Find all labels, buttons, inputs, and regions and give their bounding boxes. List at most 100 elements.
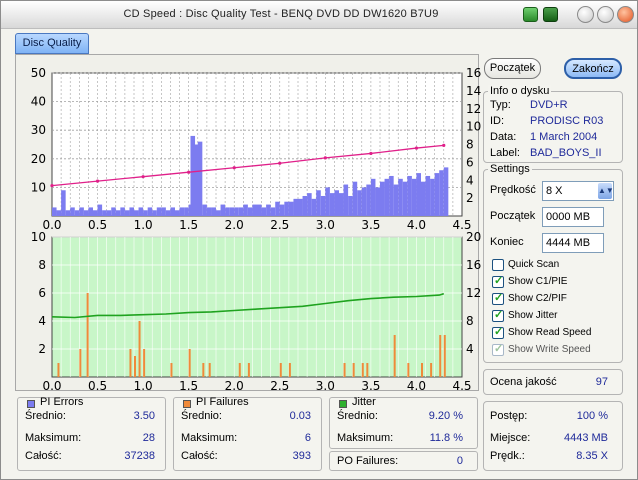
data-bar xyxy=(243,204,248,216)
pi-failures-title: PI Failures xyxy=(196,396,249,408)
checkbox-quick-scan[interactable] xyxy=(492,259,504,271)
data-bar xyxy=(366,363,369,377)
data-bar xyxy=(261,207,267,216)
minimize-button[interactable] xyxy=(577,6,594,23)
start-mb-label: Początek xyxy=(490,210,536,222)
data-bar xyxy=(79,207,84,216)
data-bar xyxy=(430,178,435,216)
data-bar xyxy=(161,207,166,216)
x-tick-label: 1.5 xyxy=(179,218,198,232)
checkbox-show-c1-pie[interactable] xyxy=(492,274,504,288)
maximize-button[interactable] xyxy=(597,6,614,23)
data-bar xyxy=(284,201,289,216)
series-marker xyxy=(50,184,54,188)
y-left-tick-label: 40 xyxy=(31,95,46,109)
data-bar xyxy=(421,363,423,377)
data-bar xyxy=(352,181,358,216)
checkbox-show-c2-pif[interactable] xyxy=(492,291,504,305)
data-bar xyxy=(115,210,121,216)
end-mb-input[interactable] xyxy=(542,233,604,253)
settings-group: Settings Prędkość 8 X ▲▼ Początek Koniec… xyxy=(483,163,623,363)
data-bar xyxy=(83,210,89,216)
y-right-tick-label: 12 xyxy=(466,286,481,300)
data-bar xyxy=(279,363,282,377)
disc-type-value: DVD+R xyxy=(530,99,568,111)
data-bar xyxy=(439,170,444,216)
chevron-down-icon[interactable]: ▲▼ xyxy=(598,183,614,199)
data-bar xyxy=(124,210,130,216)
pi-failures-color-icon xyxy=(183,400,191,408)
data-bar xyxy=(320,195,326,216)
checkbox-show-jitter[interactable] xyxy=(492,308,504,322)
y-right-tick-label: 4 xyxy=(466,173,474,187)
x-tick-label: 2.0 xyxy=(225,218,244,232)
data-bar xyxy=(74,210,80,216)
copy-icon[interactable] xyxy=(543,7,558,22)
data-bar xyxy=(357,190,362,216)
series-marker xyxy=(95,179,100,183)
data-bar xyxy=(184,207,189,216)
data-bar xyxy=(316,190,321,216)
data-bar xyxy=(206,207,212,216)
disc-info-title: Info o dysku xyxy=(488,85,552,97)
data-bar xyxy=(334,190,339,216)
jitter-max: 11.8 % xyxy=(429,432,463,444)
data-bar xyxy=(156,207,162,216)
data-bar xyxy=(252,204,257,216)
data-bar xyxy=(216,210,221,216)
progress-group: Postęp: 100 % Miejsce: 4443 MB Prędk.: 8… xyxy=(483,401,623,471)
checkbox-label: Show Read Speed xyxy=(508,327,592,338)
data-bar xyxy=(86,293,89,377)
data-bar xyxy=(79,349,82,377)
title-bar: CD Speed : Disc Quality Test - BENQ DVD … xyxy=(1,1,637,29)
disc-label-label: Label: xyxy=(490,147,520,159)
y-right-tick-label: 8 xyxy=(466,138,474,152)
y-left-tick-label: 4 xyxy=(38,314,46,328)
data-bar xyxy=(170,207,175,216)
pi-errors-avg: 3.50 xyxy=(133,410,155,422)
pi-failures-total-label: Całość: xyxy=(181,450,218,462)
data-bar xyxy=(343,184,349,216)
disc-info-group: Info o dysku Typ: DVD+R ID: PRODISC R03 … xyxy=(483,85,623,163)
checkbox-show-read-speed[interactable] xyxy=(492,325,504,339)
checkbox-label: Show Write Speed xyxy=(508,344,591,355)
x-tick-label: 0.5 xyxy=(88,218,107,232)
charts-svg: 10 20 30 40 50 2 4 6 8 10 12 14 16 0.0 0.5 1.0 1.5 2.0 2.5… xyxy=(31,66,481,393)
x-tick-label: 1.0 xyxy=(134,379,153,393)
y-right-tick-label: 8 xyxy=(466,314,474,328)
y-left-tick-label: 2 xyxy=(38,342,46,356)
pi-failures-box: PI Failures Średnio: 0.03 Maksimum: 6 Ca… xyxy=(173,396,322,471)
disc-date-label: Data: xyxy=(490,131,517,143)
y-left-tick-label: 10 xyxy=(31,230,46,244)
pi-errors-box: PI Errors Średnio: 3.50 Maksimum: 28 Cał… xyxy=(17,396,166,471)
data-bar xyxy=(165,210,171,216)
data-bar xyxy=(247,207,253,216)
data-bar xyxy=(188,349,191,377)
data-bar xyxy=(407,175,412,216)
data-bar xyxy=(393,184,399,216)
close-button[interactable] xyxy=(617,6,634,23)
disc-id-value: PRODISC R03 xyxy=(530,115,604,127)
data-bar xyxy=(421,181,426,216)
tab-disc-quality[interactable]: Disc Quality xyxy=(15,33,89,54)
data-bar xyxy=(134,210,139,216)
data-bar xyxy=(102,210,107,216)
pi-errors-max-label: Maksimum: xyxy=(25,432,82,444)
data-bar xyxy=(57,363,60,377)
y-left-tick-label: 50 xyxy=(31,66,46,80)
pi-errors-avg-label: Średnio: xyxy=(25,410,66,422)
po-failures-value: 0 xyxy=(456,455,463,467)
data-bar xyxy=(375,187,380,216)
quality-label: Ocena jakość xyxy=(490,376,557,388)
x-tick-label: 2.5 xyxy=(270,218,289,232)
speed-select[interactable]: 8 X ▲▼ xyxy=(542,181,614,201)
start-mb-input[interactable] xyxy=(542,207,604,227)
pi-failures-avg: 0.03 xyxy=(289,410,311,422)
y-right-tick-label: 2 xyxy=(466,191,474,205)
start-button[interactable]: Początek xyxy=(484,58,541,79)
checkbox-show-write-speed[interactable] xyxy=(492,342,504,356)
y-right-tick-label: 12 xyxy=(466,102,481,116)
save-icon[interactable] xyxy=(523,7,538,22)
stop-button[interactable]: Zakończ xyxy=(564,58,622,79)
data-bar xyxy=(266,204,271,216)
